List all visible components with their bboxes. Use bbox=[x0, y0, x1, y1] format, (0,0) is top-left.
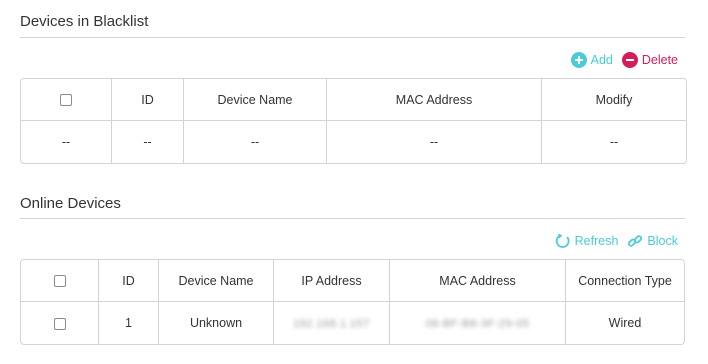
column-header-ip-address: IP Address bbox=[274, 260, 390, 302]
column-header-mac-address: MAC Address bbox=[390, 260, 566, 302]
empty-cell-modify: -- bbox=[609, 135, 619, 149]
device-name: Unknown bbox=[159, 302, 274, 344]
empty-cell-device-name: -- bbox=[184, 121, 327, 163]
blacklist-divider bbox=[20, 37, 685, 38]
device-id: 1 bbox=[99, 302, 159, 344]
blacklist-table: ID Device Name MAC Address Modify -- -- … bbox=[20, 78, 687, 164]
column-header-connection-type: Connection Type bbox=[566, 260, 684, 302]
delete-button[interactable]: Delete bbox=[621, 52, 678, 68]
column-header-device-name: Device Name bbox=[184, 79, 327, 121]
ip-address-value: 192.168.1.157 bbox=[293, 318, 370, 330]
select-all-cell bbox=[21, 260, 99, 302]
row-select-cell bbox=[21, 302, 99, 344]
device-connection-type: Wired bbox=[608, 316, 642, 330]
block-button[interactable]: Block bbox=[627, 233, 678, 249]
select-all-checkbox[interactable] bbox=[60, 94, 72, 107]
table-row[interactable]: 1 Unknown 192.168.1.157 08-BF-B8-3F-29-0… bbox=[21, 302, 684, 344]
blacklist-toolbar: Add Delete bbox=[570, 52, 678, 68]
column-header-modify: Modify bbox=[542, 79, 686, 121]
add-button[interactable]: Add bbox=[570, 52, 613, 68]
delete-label: Delete bbox=[641, 53, 678, 67]
refresh-icon bbox=[555, 233, 570, 248]
column-header-device-name: Device Name bbox=[159, 260, 274, 302]
refresh-button[interactable]: Refresh bbox=[555, 233, 619, 249]
device-mac-address: 08-BF-B8-3F-29-05 bbox=[390, 302, 566, 344]
online-devices-divider bbox=[20, 218, 685, 219]
online-devices-toolbar: Refresh Block bbox=[555, 233, 678, 249]
online-devices-table: ID Device Name IP Address MAC Address Co… bbox=[20, 259, 685, 345]
add-label: Add bbox=[590, 53, 613, 67]
empty-cell-select: -- bbox=[21, 121, 112, 163]
device-ip-address: 192.168.1.157 bbox=[274, 302, 390, 344]
row-checkbox[interactable] bbox=[53, 317, 66, 330]
column-header-id: ID bbox=[99, 260, 159, 302]
link-icon bbox=[628, 235, 643, 247]
minus-circle-icon bbox=[621, 52, 638, 68]
empty-cell-id: -- bbox=[112, 121, 184, 163]
blacklist-title: Devices in Blacklist bbox=[20, 13, 149, 30]
refresh-label: Refresh bbox=[574, 234, 619, 248]
empty-cell-mac-address: -- bbox=[327, 121, 542, 163]
online-devices-title: Online Devices bbox=[20, 195, 121, 212]
select-all-checkbox[interactable] bbox=[53, 275, 66, 288]
select-all-cell bbox=[21, 79, 112, 121]
plus-circle-icon bbox=[570, 52, 587, 68]
column-header-id: ID bbox=[112, 79, 184, 121]
column-header-mac-address: MAC Address bbox=[327, 79, 542, 121]
table-header-row: ID Device Name MAC Address Modify bbox=[21, 79, 686, 121]
table-header-row: ID Device Name IP Address MAC Address Co… bbox=[21, 260, 684, 302]
block-label: Block bbox=[647, 234, 678, 248]
mac-address-value: 08-BF-B8-3F-29-05 bbox=[425, 318, 530, 330]
table-row: -- -- -- -- -- bbox=[21, 121, 686, 163]
